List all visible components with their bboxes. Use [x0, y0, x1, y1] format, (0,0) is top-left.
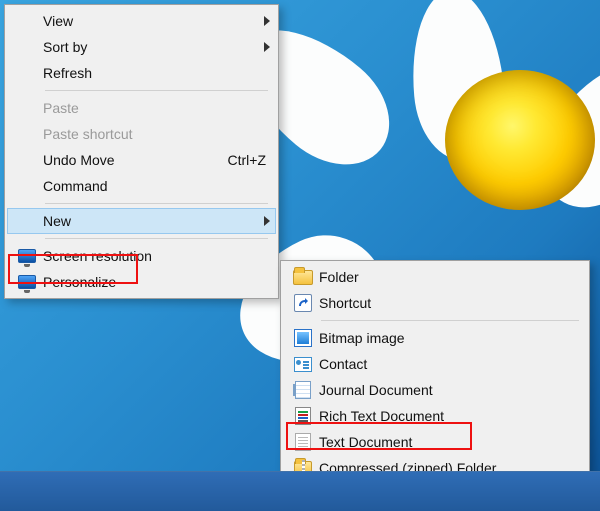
- menu-item-label: Refresh: [43, 65, 270, 81]
- submenu-item-folder[interactable]: Folder: [283, 264, 587, 290]
- submenu-item-bitmap[interactable]: Bitmap image: [283, 325, 587, 351]
- menu-item-label: Sort by: [43, 39, 264, 55]
- menu-separator: [45, 238, 268, 239]
- menu-item-new[interactable]: New: [7, 208, 276, 234]
- contact-icon: [294, 357, 312, 372]
- menu-item-refresh[interactable]: Refresh: [7, 60, 276, 86]
- submenu-item-journal[interactable]: Journal Document: [283, 377, 587, 403]
- menu-item-label: Rich Text Document: [319, 408, 581, 424]
- rtf-icon: [295, 407, 311, 425]
- menu-item-label: Undo Move: [43, 152, 228, 168]
- menu-item-shortcut: Ctrl+Z: [228, 152, 271, 168]
- submenu-item-rtf[interactable]: Rich Text Document: [283, 403, 587, 429]
- menu-item-view[interactable]: View: [7, 8, 276, 34]
- menu-separator: [45, 203, 268, 204]
- submenu-item-shortcut[interactable]: Shortcut: [283, 290, 587, 316]
- txt-icon: [295, 433, 311, 451]
- menu-item-label: View: [43, 13, 264, 29]
- display-icon: [18, 275, 36, 289]
- menu-item-paste-shortcut: Paste shortcut: [7, 121, 276, 147]
- menu-separator: [321, 320, 579, 321]
- menu-item-command[interactable]: Command: [7, 173, 276, 199]
- menu-item-label: New: [43, 213, 264, 229]
- menu-item-undo-move[interactable]: Undo Move Ctrl+Z: [7, 147, 276, 173]
- menu-item-label: Folder: [319, 269, 581, 285]
- menu-item-screen-resolution[interactable]: Screen resolution: [7, 243, 276, 269]
- chevron-right-icon: [264, 16, 270, 26]
- display-icon: [18, 249, 36, 263]
- journal-icon: [295, 381, 311, 399]
- taskbar[interactable]: [0, 471, 600, 511]
- menu-item-label: Command: [43, 178, 270, 194]
- menu-item-label: Screen resolution: [43, 248, 270, 264]
- menu-item-label: Shortcut: [319, 295, 581, 311]
- menu-item-label: Text Document: [319, 434, 581, 450]
- menu-item-label: Personalize: [43, 274, 270, 290]
- menu-item-paste: Paste: [7, 95, 276, 121]
- menu-separator: [45, 90, 268, 91]
- menu-item-sort-by[interactable]: Sort by: [7, 34, 276, 60]
- chevron-right-icon: [264, 216, 270, 226]
- submenu-item-contact[interactable]: Contact: [283, 351, 587, 377]
- desktop-context-menu: View Sort by Refresh Paste Paste shortcu…: [4, 4, 279, 299]
- new-submenu: Folder Shortcut Bitmap image Contact Jou…: [280, 260, 590, 485]
- menu-item-label: Contact: [319, 356, 581, 372]
- menu-item-label: Bitmap image: [319, 330, 581, 346]
- submenu-item-text-document[interactable]: Text Document: [283, 429, 587, 455]
- folder-icon: [293, 270, 313, 285]
- menu-item-label: Paste: [43, 100, 270, 116]
- menu-item-label: Paste shortcut: [43, 126, 270, 142]
- shortcut-icon: [294, 294, 312, 312]
- menu-item-label: Journal Document: [319, 382, 581, 398]
- menu-item-personalize[interactable]: Personalize: [7, 269, 276, 295]
- bitmap-icon: [294, 329, 312, 347]
- chevron-right-icon: [264, 42, 270, 52]
